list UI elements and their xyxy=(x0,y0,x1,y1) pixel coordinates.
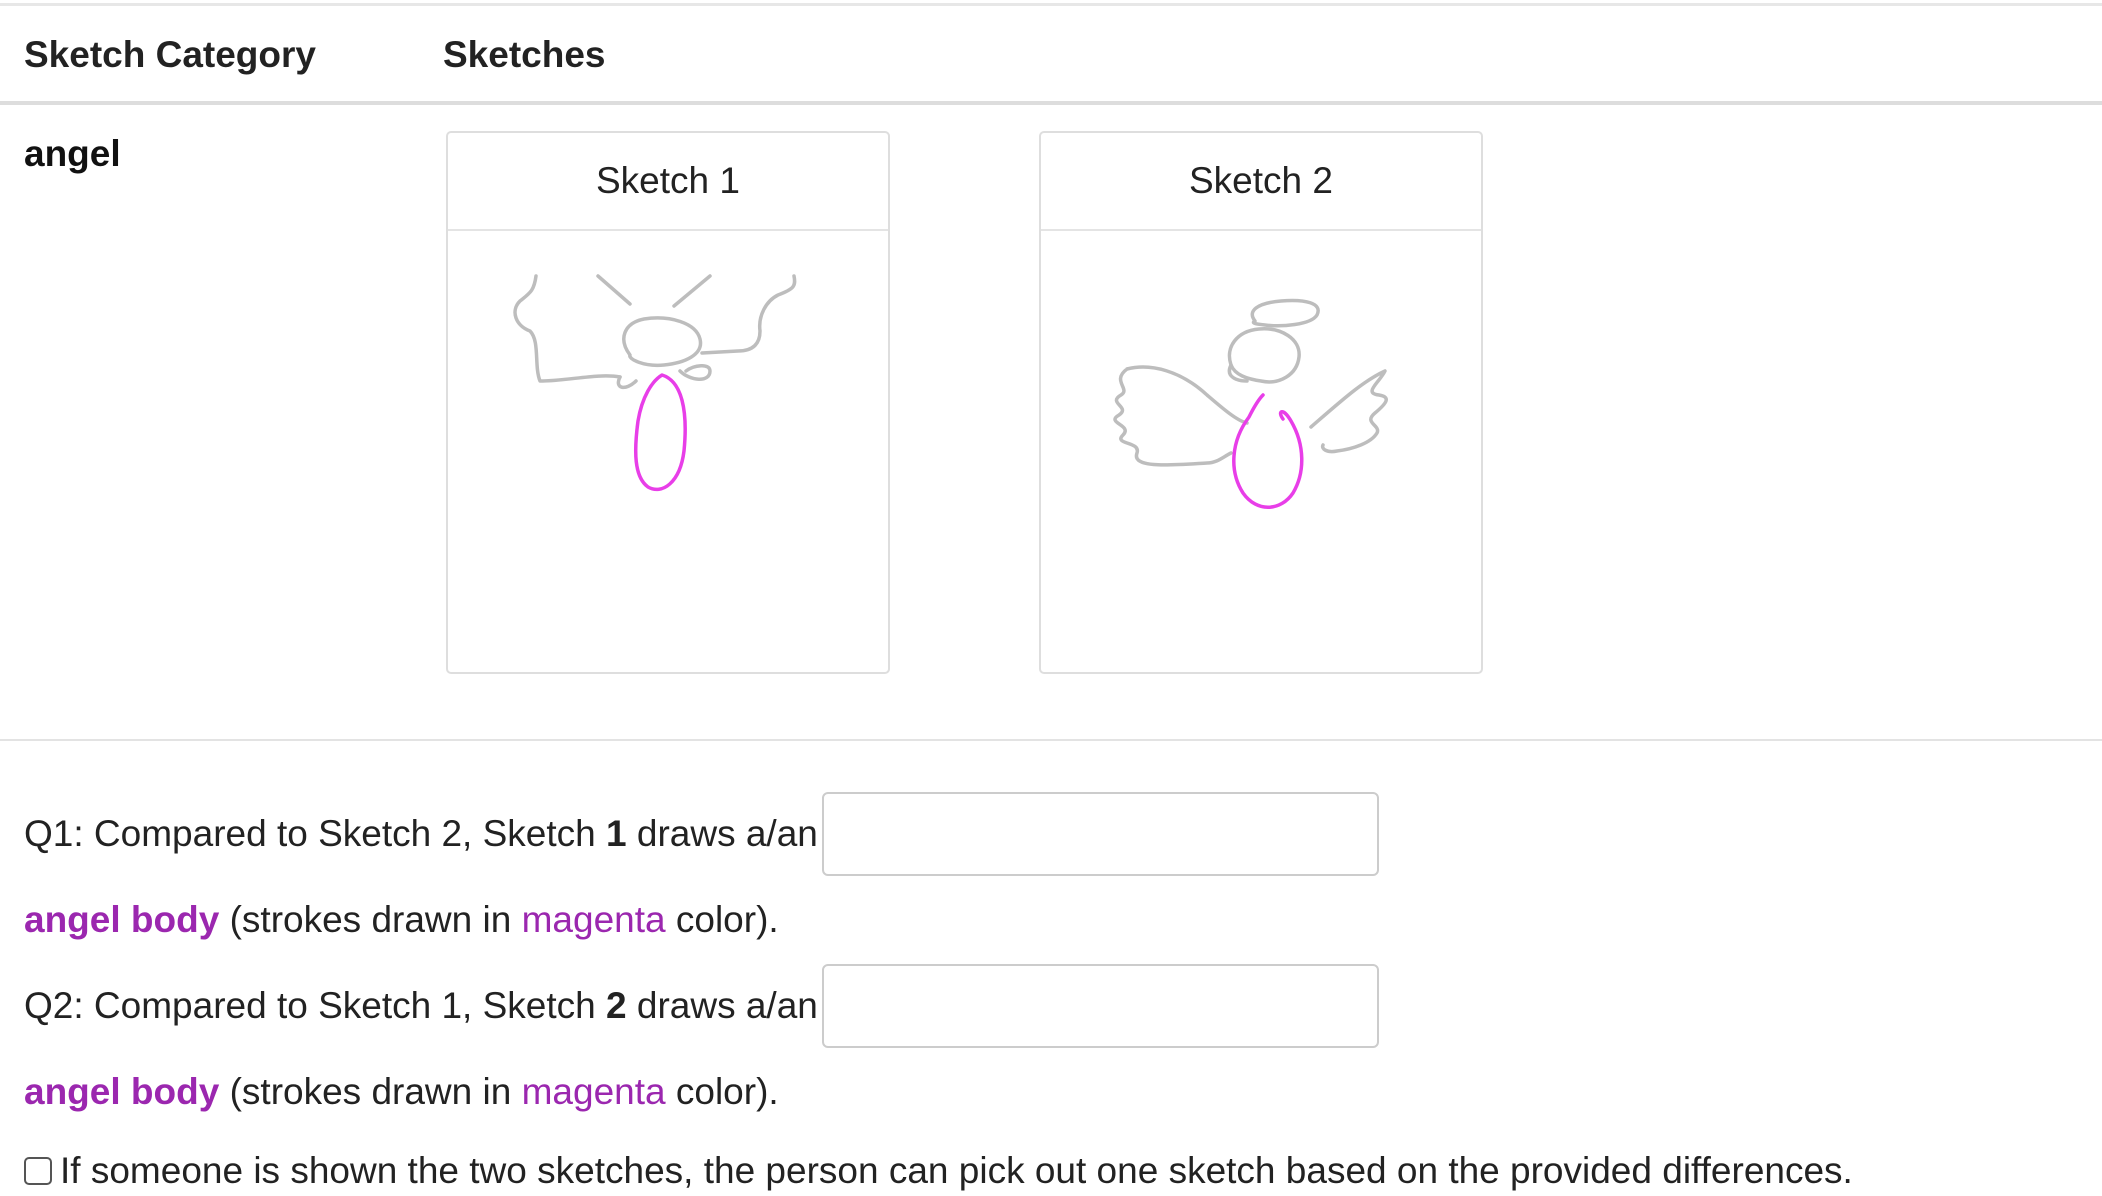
sketch-title-1: Sketch 1 xyxy=(448,133,888,231)
question-1-desc-a: (strokes drawn in xyxy=(219,899,522,940)
sketch-1-right-wing-stroke xyxy=(700,274,797,355)
question-1-color-word: magenta xyxy=(521,899,666,940)
question-2-sketch-number: 2 xyxy=(606,985,627,1026)
sketch-2-halo-stroke xyxy=(1250,298,1320,328)
sketch-1-body-stroke xyxy=(633,373,687,492)
header-sketch-category: Sketch Category xyxy=(24,34,316,75)
question-2: Q2: Compared to Sketch 1, Sketch 2 draws… xyxy=(24,985,818,1027)
question-1-part-description: angel body (strokes drawn in magenta col… xyxy=(24,899,779,941)
question-2-prefix: Q2: Compared to Sketch 1, Sketch xyxy=(24,985,607,1026)
confirm-row: If someone is shown the two sketches, th… xyxy=(24,1150,1853,1192)
question-1-sketch-number: 1 xyxy=(606,813,627,854)
sketch-card-2: Sketch 2 xyxy=(1039,131,1483,674)
sketch-2-left-wing-stroke xyxy=(1113,365,1249,467)
header-sketches: Sketches xyxy=(443,34,606,75)
sketch-1-halo-right-stroke xyxy=(672,274,712,308)
question-1: Q1: Compared to Sketch 2, Sketch 1 draws… xyxy=(24,813,818,855)
table-header: Sketch Category Sketches xyxy=(0,6,2102,105)
confirm-checkbox[interactable] xyxy=(24,1157,52,1185)
sketch-2-head-stroke xyxy=(1227,327,1301,384)
question-2-answer-input[interactable] xyxy=(822,964,1379,1048)
sketch-canvas-1 xyxy=(448,231,888,676)
question-2-part-name: angel body xyxy=(24,1071,220,1112)
sketch-2-right-wing-stroke xyxy=(1309,369,1388,454)
sketch-1-drawing xyxy=(513,274,797,492)
question-2-desc-b: color). xyxy=(665,1071,779,1112)
question-1-prefix: Q1: Compared to Sketch 2, Sketch xyxy=(24,813,607,854)
sketch-card-1: Sketch 1 xyxy=(446,131,890,674)
sketch-title-2: Sketch 2 xyxy=(1041,133,1481,231)
question-2-part-description: angel body (strokes drawn in magenta col… xyxy=(24,1071,779,1113)
category-label: angel xyxy=(24,133,121,174)
table-row: angel Sketch 1 Sketch 2 xyxy=(0,105,2102,741)
confirm-label: If someone is shown the two sketches, th… xyxy=(60,1150,1853,1191)
sketch-canvas-2 xyxy=(1041,231,1481,676)
sketch-2-body-stroke xyxy=(1232,393,1304,509)
sketch-1-left-wing-stroke xyxy=(513,274,622,383)
question-2-desc-a: (strokes drawn in xyxy=(219,1071,522,1112)
sketch-1-halo-left-stroke xyxy=(596,274,632,306)
question-2-color-word: magenta xyxy=(521,1071,666,1112)
sketch-2-drawing xyxy=(1113,298,1388,509)
question-1-answer-input[interactable] xyxy=(822,792,1379,876)
question-1-suffix: draws a/an xyxy=(626,813,818,854)
question-1-desc-b: color). xyxy=(665,899,779,940)
question-2-suffix: draws a/an xyxy=(626,985,818,1026)
question-1-part-name: angel body xyxy=(24,899,220,940)
sketch-1-head-stroke xyxy=(622,316,703,368)
